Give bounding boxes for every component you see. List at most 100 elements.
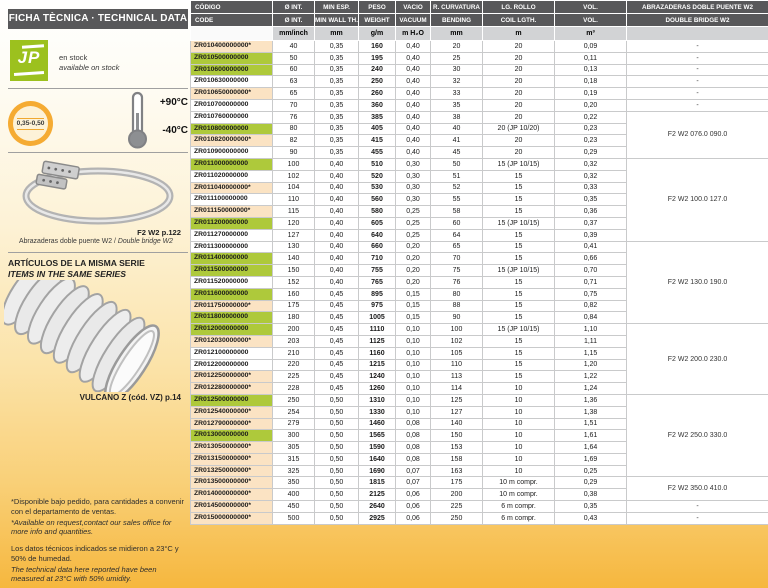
wall-thickness-cell: 0,40 (315, 182, 359, 194)
volume-cell: 0,29 (555, 477, 627, 489)
wall-thickness-cell: 0,45 (315, 324, 359, 336)
series-title: ARTÍCULOS DE LA MISMA SERIE ITEMS IN THE… (8, 258, 145, 280)
diameter-cell: 110 (273, 194, 315, 206)
stock-text: en stock available on stock (59, 53, 119, 74)
bending-cell: 225 (431, 501, 483, 513)
temperature-range: +90°C -40°C (146, 97, 188, 136)
wall-thickness-range: 0,35-0,50 (17, 118, 45, 130)
table-row: ZR013500000000*3500,5018150,0717510 m co… (191, 477, 768, 489)
weight-cell: 530 (359, 182, 396, 194)
coil-length-cell: 20 (JP 10/20) (483, 123, 555, 135)
clamp-cell: F2 W2 250.0 330.0 (627, 394, 768, 477)
column-header: g/m (359, 27, 396, 41)
bending-cell: 33 (431, 88, 483, 100)
table-row: ZR010400000000*400,351600,4020200,09- (191, 41, 768, 53)
wall-thickness-cell: 0,35 (315, 52, 359, 64)
diameter-cell: 160 (273, 288, 315, 300)
bending-cell: 110 (431, 359, 483, 371)
header-row-es: CÓDIGOØ INT.MIN ESP.PESOVACIOR. CURVATUR… (191, 1, 768, 14)
code-cell: ZR012280000000* (191, 383, 273, 395)
diameter-cell: 305 (273, 442, 315, 454)
bending-cell: 153 (431, 442, 483, 454)
volume-cell: 1,11 (555, 335, 627, 347)
bending-cell: 60 (431, 217, 483, 229)
vacuum-cell: 0,08 (396, 418, 431, 430)
vacuum-cell: 0,10 (396, 347, 431, 359)
diameter-cell: 82 (273, 135, 315, 147)
code-cell: ZR012500000000 (191, 394, 273, 406)
diameter-cell: 180 (273, 312, 315, 324)
coil-length-cell: 15 (483, 335, 555, 347)
weight-cell: 975 (359, 300, 396, 312)
wall-thickness-cell: 0,45 (315, 300, 359, 312)
bending-cell: 105 (431, 347, 483, 359)
header-row-unit: mm/inchmmg/mm H₂Ommmm³ (191, 27, 768, 41)
vacuum-cell: 0,06 (396, 512, 431, 524)
volume-cell: 0,18 (555, 76, 627, 88)
diameter-cell: 220 (273, 359, 315, 371)
coil-length-cell: 10 m compr. (483, 477, 555, 489)
volume-cell: 0,20 (555, 99, 627, 111)
clamp-cell: - (627, 52, 768, 64)
table-header: CÓDIGOØ INT.MIN ESP.PESOVACIOR. CURVATUR… (191, 1, 768, 41)
bending-cell: 100 (431, 324, 483, 336)
volume-cell: 1,36 (555, 394, 627, 406)
bending-cell: 64 (431, 229, 483, 241)
weight-cell: 2125 (359, 489, 396, 501)
vacuum-cell: 0,40 (396, 111, 431, 123)
vacuum-cell: 0,10 (396, 394, 431, 406)
coil-length-cell: 20 (483, 135, 555, 147)
weight-cell: 660 (359, 241, 396, 253)
volume-cell: 0,43 (555, 512, 627, 524)
datasheet-page: FICHA TÈCNICA · TECHNICAL DATA JP en sto… (0, 0, 768, 588)
bending-cell: 250 (431, 512, 483, 524)
bending-cell: 88 (431, 300, 483, 312)
code-cell: ZR011100000000 (191, 194, 273, 206)
vacuum-cell: 0,30 (396, 158, 431, 170)
vacuum-cell: 0,08 (396, 442, 431, 454)
code-cell: ZR011000000000 (191, 158, 273, 170)
weight-cell: 710 (359, 253, 396, 265)
code-cell: ZR010760000000 (191, 111, 273, 123)
code-cell: ZR012790000000* (191, 418, 273, 430)
bending-cell: 80 (431, 288, 483, 300)
wall-thickness-cell: 0,50 (315, 442, 359, 454)
diameter-cell: 65 (273, 88, 315, 100)
volume-cell: 1,20 (555, 359, 627, 371)
footnote-availability-es: *Disponible bajo pedido, para cantidades… (11, 497, 185, 517)
vacuum-cell: 0,20 (396, 276, 431, 288)
wall-thickness-cell: 0,35 (315, 88, 359, 100)
column-header: CÓDIGO (191, 1, 273, 14)
weight-cell: 1160 (359, 347, 396, 359)
coil-length-cell: 20 (483, 147, 555, 159)
table-row: ZR010760000000760,353850,4038200,22F2 W2… (191, 111, 768, 123)
wall-thickness-cell: 0,50 (315, 489, 359, 501)
volume-cell: 0,13 (555, 64, 627, 76)
column-header: VACUUM (396, 14, 431, 27)
coil-length-cell: 15 (JP 10/15) (483, 324, 555, 336)
sidebar: FICHA TÈCNICA · TECHNICAL DATA JP en sto… (0, 0, 190, 588)
diameter-cell: 104 (273, 182, 315, 194)
jp-logo-icon: JP (10, 40, 48, 81)
thermometer-icon (126, 91, 148, 154)
wall-thickness-cell: 0,35 (315, 135, 359, 147)
volume-cell: 0,23 (555, 135, 627, 147)
weight-cell: 1690 (359, 465, 396, 477)
code-cell: ZR012250000000* (191, 371, 273, 383)
code-cell: ZR010800000000 (191, 123, 273, 135)
code-cell: ZR010820000000* (191, 135, 273, 147)
diameter-cell: 400 (273, 489, 315, 501)
clamp-cell: - (627, 88, 768, 100)
vacuum-cell: 0,20 (396, 265, 431, 277)
volume-cell: 0,11 (555, 52, 627, 64)
bending-cell: 65 (431, 241, 483, 253)
weight-cell: 260 (359, 88, 396, 100)
weight-cell: 1565 (359, 430, 396, 442)
column-header (627, 27, 768, 41)
coil-length-cell: 15 (483, 170, 555, 182)
vacuum-cell: 0,25 (396, 217, 431, 229)
vacuum-cell: 0,06 (396, 501, 431, 513)
coil-length-cell: 10 (483, 442, 555, 454)
code-cell: ZR013050000000* (191, 442, 273, 454)
diameter-cell: 130 (273, 241, 315, 253)
